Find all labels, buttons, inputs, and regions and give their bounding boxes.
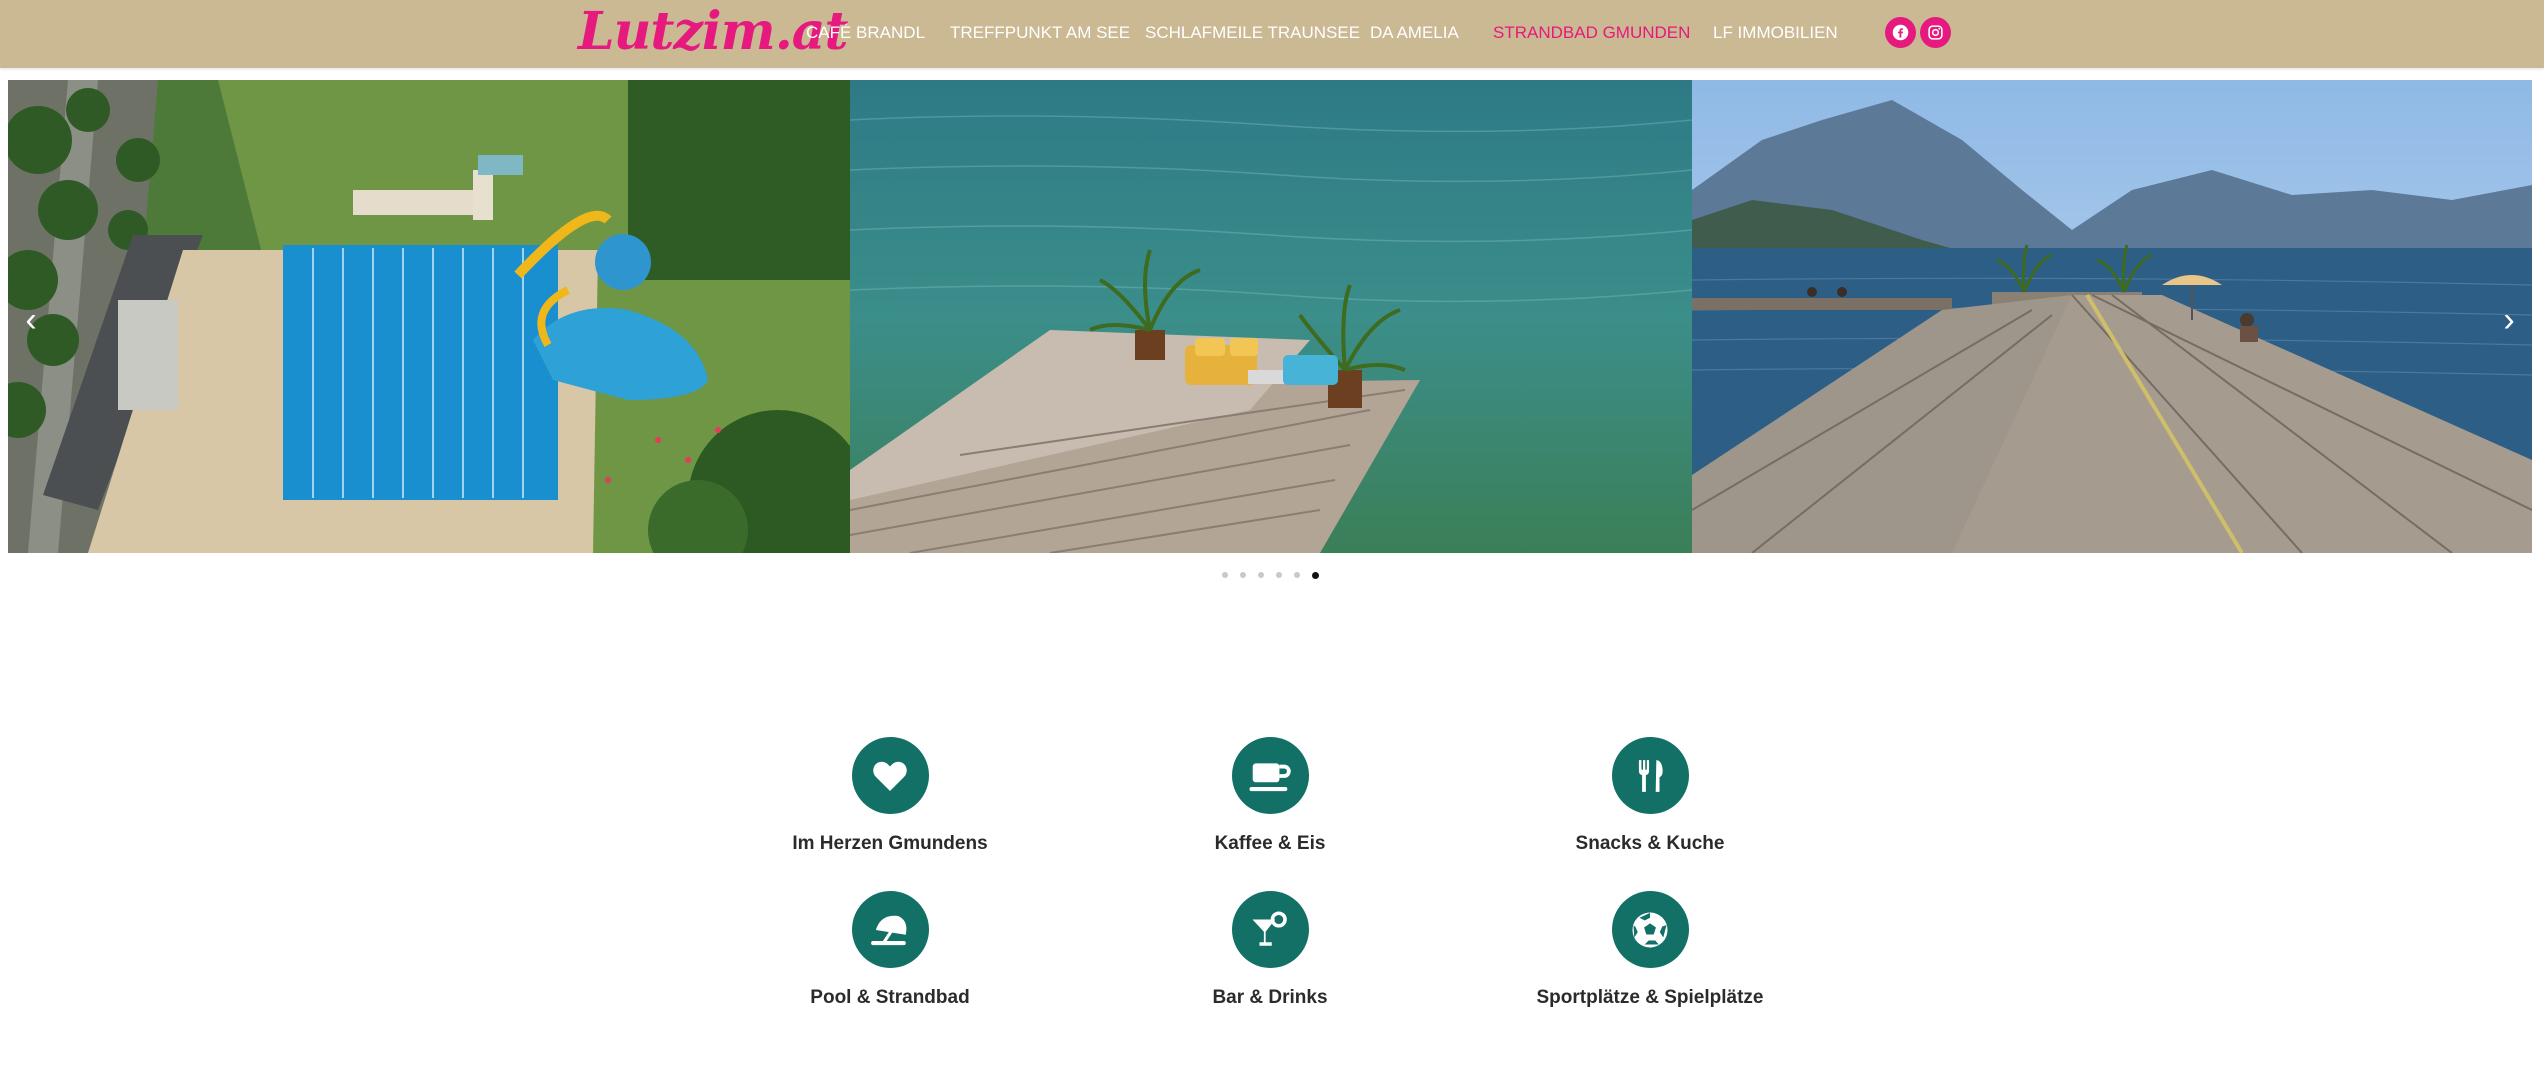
carousel-dot[interactable] [1240,572,1246,578]
carousel-dot[interactable] [1258,572,1264,578]
nav-schlafmeile-traunsee[interactable]: SCHLAFMEILE TRAUNSEE [1145,0,1360,68]
aerial-pool-photo [8,80,850,553]
feature-label: Im Herzen Gmundens [792,833,988,854]
feature-im-herzen-gmundens: Im Herzen Gmundens [725,737,1055,855]
facebook-icon[interactable] [1885,17,1916,48]
feature-kaffee-eis: Kaffee & Eis [1105,737,1435,855]
feature-pool-strandbad: Pool & Strandbad [725,891,1055,1009]
coffee-cup-icon [1231,737,1309,814]
feature-label: Bar & Drinks [1212,987,1328,1008]
nav-da-amelia[interactable]: DA AMELIA [1370,0,1459,68]
carousel-dot[interactable] [1276,572,1282,578]
football-icon [1611,891,1689,968]
lake-dock-lounge-photo [850,80,1692,553]
image-carousel: ‹ › [8,80,2532,553]
heart-icon [851,737,929,814]
nav-lf-immobilien[interactable]: LF IMMOBILIEN [1713,0,1838,68]
feature-label: Kaffee & Eis [1214,833,1326,854]
feature-snacks-kuche: Snacks & Kuche [1485,737,1815,855]
beach-umbrella-icon [851,891,929,968]
feature-bar-drinks: Bar & Drinks [1105,891,1435,1009]
instagram-icon[interactable] [1920,17,1951,48]
top-header: Lutzim.at CAFÉ BRANDL TREFFPUNKT AM SEE … [0,0,2544,68]
feature-sportplaetze-spielplaetze: Sportplätze & Spielplätze [1485,891,1815,1009]
feature-label: Snacks & Kuche [1575,833,1725,854]
carousel-next-button[interactable]: › [2494,300,2524,340]
nav-strandbad-gmunden[interactable]: STRANDBAD GMUNDEN [1493,0,1690,68]
carousel-prev-button[interactable]: ‹ [16,300,46,340]
lake-pier-mountains-photo [1692,80,2532,553]
nav-cafe-brandl[interactable]: CAFÉ BRANDL [806,0,925,68]
feature-label: Sportplätze & Spielplätze [1536,987,1764,1008]
carousel-dot-active[interactable] [1312,571,1319,579]
carousel-dot[interactable] [1294,572,1300,578]
carousel-dot[interactable] [1222,572,1228,578]
cocktail-icon [1231,891,1309,968]
nav-treffpunkt-am-see[interactable]: TREFFPUNKT AM SEE [950,0,1130,68]
feature-label: Pool & Strandbad [810,987,970,1008]
utensils-icon [1611,737,1689,814]
